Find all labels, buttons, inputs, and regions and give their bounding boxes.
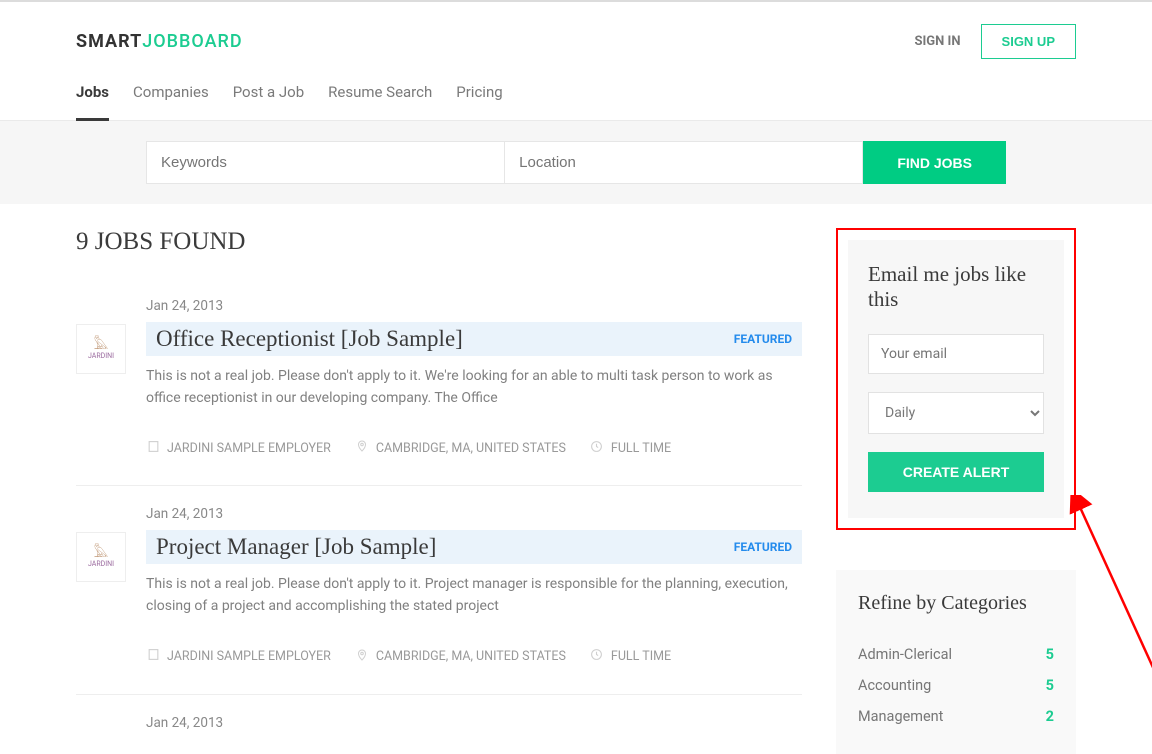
nav-jobs[interactable]: Jobs (76, 83, 109, 121)
nav-post-a-job[interactable]: Post a Job (233, 83, 304, 120)
main-nav: Jobs Companies Post a Job Resume Search … (0, 65, 1152, 121)
create-alert-button[interactable]: CREATE ALERT (868, 452, 1044, 492)
job-type: FULL TIME (590, 648, 671, 665)
find-jobs-button[interactable]: FIND JOBS (863, 141, 1006, 184)
building-icon (146, 648, 160, 665)
job-title-row[interactable]: Office Receptionist [Job Sample] FEATURE… (146, 322, 802, 356)
job-employer[interactable]: JARDINI SAMPLE EMPLOYER (146, 648, 331, 665)
job-location[interactable]: CAMBRIDGE, MA, UNITED STATES (355, 439, 566, 457)
location-input[interactable] (505, 141, 863, 184)
job-title: Project Manager [Job Sample] (156, 534, 436, 560)
featured-badge: FEATURED (734, 332, 792, 346)
employer-logo[interactable]: 𓅓 JARDINI (76, 324, 126, 374)
annotation-arrow-icon (1069, 495, 1152, 695)
refine-heading: Refine by Categories (858, 592, 1054, 615)
job-date: Jan 24, 2013 (146, 715, 802, 731)
refine-categories-box: Refine by Categories Admin-Clerical 5 Ac… (836, 570, 1076, 754)
job-location[interactable]: CAMBRIDGE, MA, UNITED STATES (355, 648, 566, 666)
job-title-row[interactable]: Project Manager [Job Sample] FEATURED (146, 530, 802, 564)
featured-badge: FEATURED (734, 540, 792, 554)
pin-icon (355, 439, 369, 457)
job-date: Jan 24, 2013 (146, 298, 802, 314)
employer-logo-text: JARDINI (88, 352, 114, 360)
nav-companies[interactable]: Companies (133, 83, 209, 120)
job-type: FULL TIME (590, 440, 671, 457)
bird-icon: 𓅓 (94, 547, 109, 560)
job-card: Jan 24, 2013 (76, 695, 802, 739)
keywords-input[interactable] (146, 141, 505, 184)
clock-icon (590, 440, 604, 457)
alert-email-input[interactable] (868, 334, 1044, 374)
clock-icon (590, 648, 604, 665)
job-employer[interactable]: JARDINI SAMPLE EMPLOYER (146, 440, 331, 457)
alert-heading: Email me jobs like this (868, 262, 1044, 312)
page-title: 9 JOBS FOUND (76, 228, 802, 256)
pin-icon (355, 648, 369, 666)
nav-resume-search[interactable]: Resume Search (328, 83, 432, 120)
email-alert-box: Email me jobs like this Daily CREATE ALE… (836, 228, 1076, 530)
job-description: This is not a real job. Please don't app… (146, 366, 802, 409)
refine-item[interactable]: Management 2 (858, 701, 1054, 732)
employer-logo-text: JARDINI (88, 560, 114, 568)
bird-icon: 𓅓 (94, 339, 109, 352)
sign-in-link[interactable]: SIGN IN (914, 34, 960, 49)
job-title: Office Receptionist [Job Sample] (156, 326, 463, 352)
building-icon (146, 440, 160, 457)
nav-pricing[interactable]: Pricing (456, 83, 502, 120)
alert-frequency-select[interactable]: Daily (868, 392, 1044, 434)
refine-item[interactable]: Accounting 5 (858, 670, 1054, 701)
site-logo[interactable]: SMARTJOBBOARD (76, 31, 243, 52)
job-date: Jan 24, 2013 (146, 506, 802, 522)
sign-up-button[interactable]: SIGN UP (981, 24, 1076, 59)
refine-item[interactable]: Admin-Clerical 5 (858, 639, 1054, 670)
job-card: 𓅓 JARDINI Jan 24, 2013 Project Manager [… (76, 486, 802, 694)
employer-logo[interactable]: 𓅓 JARDINI (76, 532, 126, 582)
job-description: This is not a real job. Please don't app… (146, 574, 802, 617)
job-card: 𓅓 JARDINI Jan 24, 2013 Office Receptioni… (76, 278, 802, 486)
